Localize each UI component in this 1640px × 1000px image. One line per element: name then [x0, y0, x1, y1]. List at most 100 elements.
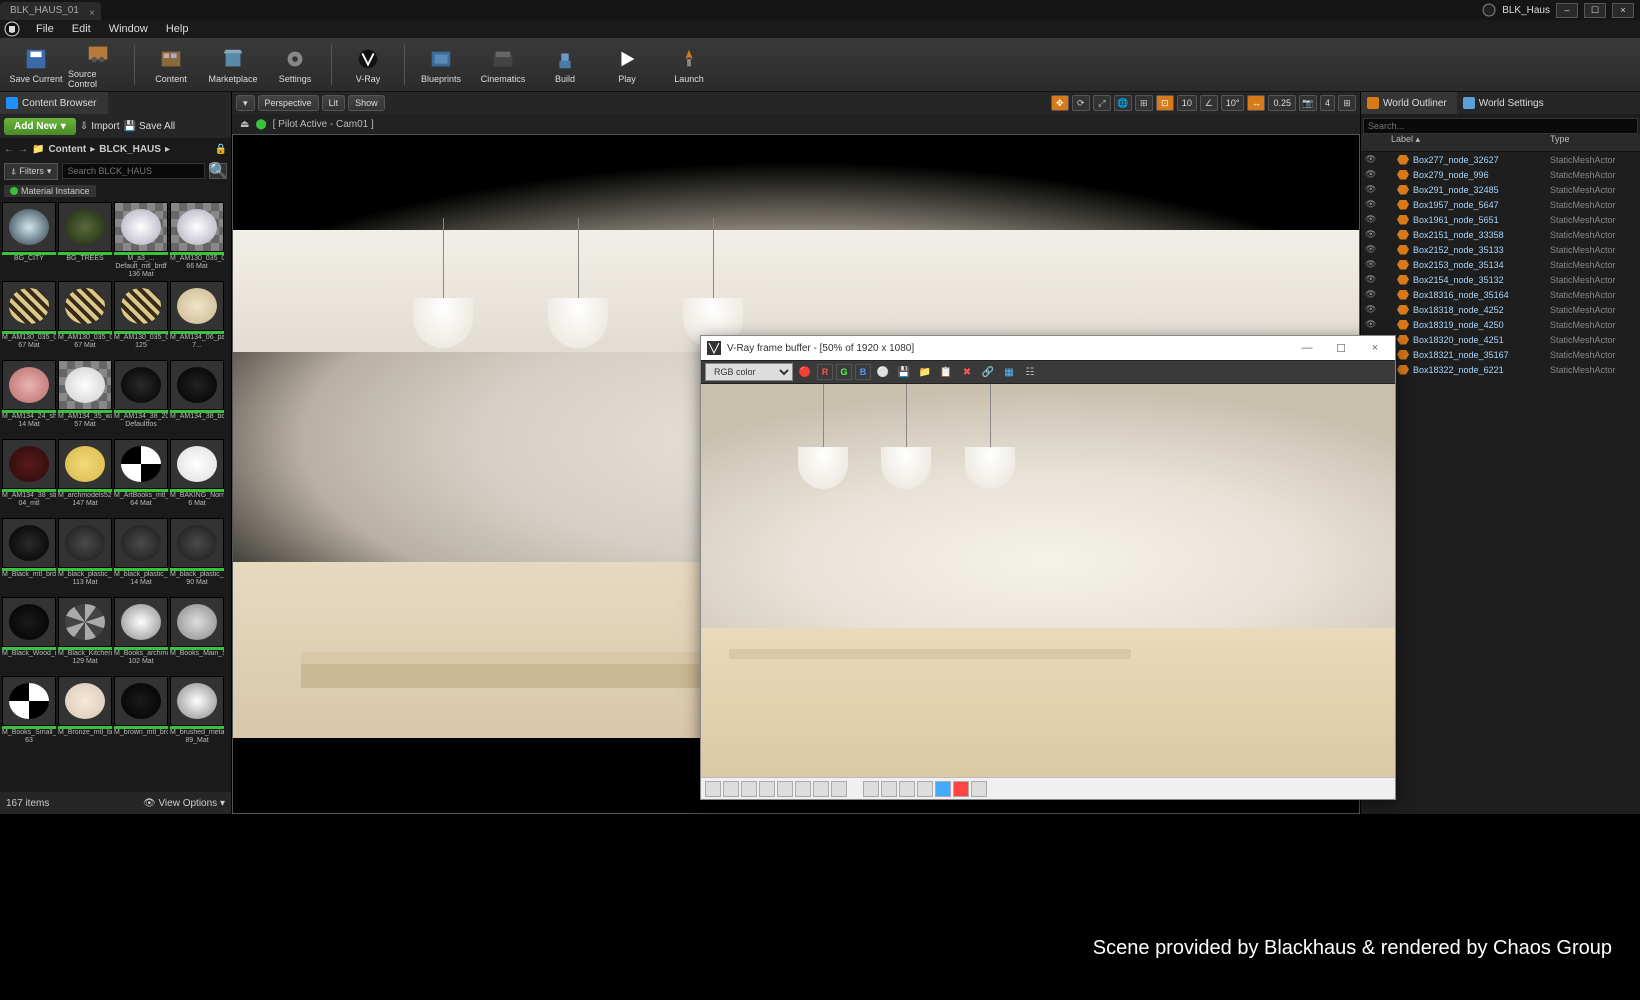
- outliner-search-input[interactable]: [1363, 118, 1638, 134]
- lock-icon[interactable]: 🔒: [215, 144, 227, 155]
- asset-thumbnail[interactable]: M_AM130_035_005_mtl_brdf 67 Mat: [58, 281, 112, 358]
- vfb-tool-5-icon[interactable]: [777, 781, 793, 797]
- asset-thumbnail[interactable]: M_black_plastic_mtl_brdf 113 Mat: [58, 518, 112, 595]
- asset-thumbnail[interactable]: M_Books_Main_Shelf_Test_mtl_brdf: [170, 597, 224, 674]
- perspective-button[interactable]: Perspective: [258, 95, 319, 111]
- angle-snap-value[interactable]: 10°: [1221, 95, 1245, 111]
- asset-thumbnail[interactable]: M_AM134_38_bottle_glass_white_mtl...: [170, 360, 224, 437]
- lit-button[interactable]: Lit: [322, 95, 346, 111]
- asset-thumbnail[interactable]: BG_CITY: [2, 202, 56, 279]
- asset-thumbnail[interactable]: BG_TREES: [58, 202, 112, 279]
- outliner-row[interactable]: 👁Box2151_node_33358StaticMeshActor: [1361, 227, 1640, 242]
- vfb-clear-icon[interactable]: ✖: [958, 363, 976, 381]
- toolbar-content-button[interactable]: Content: [141, 40, 201, 90]
- visibility-icon[interactable]: 👁: [1365, 259, 1379, 270]
- outliner-row[interactable]: 👁Box18316_node_35164StaticMeshActor: [1361, 287, 1640, 302]
- asset-thumbnail[interactable]: M_brown_mtl_brdf_40_Mat: [114, 676, 168, 753]
- vfb-minimize-button[interactable]: —: [1293, 342, 1321, 354]
- vfb-g-channel[interactable]: G: [836, 364, 852, 380]
- maximize-viewport-icon[interactable]: ⊞: [1338, 95, 1356, 111]
- outliner-row[interactable]: 👁Box291_node_32485StaticMeshActor: [1361, 182, 1640, 197]
- outliner-row[interactable]: 👁Box18320_node_4251StaticMeshActor: [1361, 332, 1640, 347]
- vfb-r-channel[interactable]: R: [817, 364, 833, 380]
- view-options-button[interactable]: 👁 View Options ▾: [143, 798, 225, 809]
- viewport-menu-button[interactable]: ▾: [236, 95, 255, 111]
- vfb-tool-10-icon[interactable]: [881, 781, 897, 797]
- asset-thumbnail[interactable]: M_Black_Wood_mtl_brdf_14_Mat: [2, 597, 56, 674]
- visibility-icon[interactable]: 👁: [1365, 304, 1379, 315]
- outliner-col-label[interactable]: Label ▴: [1361, 134, 1550, 151]
- rotate-mode-icon[interactable]: ⟳: [1072, 95, 1090, 111]
- vfb-tool-11-icon[interactable]: [899, 781, 915, 797]
- filters-button[interactable]: ⍋ Filters ▾: [4, 163, 58, 180]
- asset-thumbnail[interactable]: M_BAKING_Normals_mtl_brdf 6 Mat: [170, 439, 224, 516]
- world-local-icon[interactable]: 🌐: [1114, 95, 1132, 111]
- vfb-tool-4-icon[interactable]: [759, 781, 775, 797]
- vfb-history-icon[interactable]: ☷: [1021, 363, 1039, 381]
- vfb-tool-15-icon[interactable]: [971, 781, 987, 797]
- vfb-tool-2-icon[interactable]: [723, 781, 739, 797]
- asset-thumbnail[interactable]: M_black_plastic_mtl_brdf 90 Mat: [170, 518, 224, 595]
- asset-thumbnail[interactable]: M_AM134_38_sticker_mtl_005 04_mtl: [2, 439, 56, 516]
- vfb-tool-1-icon[interactable]: [705, 781, 721, 797]
- import-button[interactable]: ⇩ Import: [80, 121, 120, 132]
- outliner-col-type[interactable]: Type: [1550, 134, 1640, 151]
- scale-snap-value[interactable]: 0.25: [1268, 95, 1296, 111]
- camera-speed-value[interactable]: 4: [1320, 95, 1335, 111]
- toolbar-build-button[interactable]: Build: [535, 40, 595, 90]
- scale-snap-icon[interactable]: ↔: [1247, 95, 1265, 111]
- minimize-button[interactable]: –: [1556, 3, 1578, 18]
- outliner-row[interactable]: 👁Box18322_node_6221StaticMeshActor: [1361, 362, 1640, 377]
- menu-file[interactable]: File: [28, 23, 62, 35]
- toolbar-save-current-button[interactable]: Save Current: [6, 40, 66, 90]
- grid-snap-icon[interactable]: ⊡: [1156, 95, 1174, 111]
- toolbar-launch-button[interactable]: Launch: [659, 40, 719, 90]
- world-outliner-tab[interactable]: World Outliner: [1361, 92, 1457, 114]
- world-settings-tab[interactable]: World Settings: [1457, 92, 1554, 114]
- toolbar-cinematics-button[interactable]: Cinematics: [473, 40, 533, 90]
- visibility-icon[interactable]: 👁: [1365, 184, 1379, 195]
- outliner-row[interactable]: 👁Box18319_node_4250StaticMeshActor: [1361, 317, 1640, 332]
- vfb-titlebar[interactable]: V-Ray frame buffer - [50% of 1920 x 1080…: [701, 336, 1395, 360]
- asset-thumbnail[interactable]: M_AM134_38_20_... Defaultfos: [114, 360, 168, 437]
- vfb-tool-8-icon[interactable]: [831, 781, 847, 797]
- asset-thumbnail[interactable]: M_AM134_35_water_mtl_brdf 57 Mat: [58, 360, 112, 437]
- asset-thumbnail[interactable]: M_Bronze_mtl_brdf_40_Mat: [58, 676, 112, 753]
- crumb-content[interactable]: Content: [48, 144, 86, 155]
- asset-thumbnail[interactable]: M_black_plastic_mtl_brdf 14 Mat: [114, 518, 168, 595]
- toolbar-marketplace-button[interactable]: Marketplace: [203, 40, 263, 90]
- outliner-row[interactable]: 👁Box2154_node_35132StaticMeshActor: [1361, 272, 1640, 287]
- vfb-b-channel[interactable]: B: [855, 364, 871, 380]
- outliner-row[interactable]: 👁Box2153_node_35134StaticMeshActor: [1361, 257, 1640, 272]
- toolbar-source-control-button[interactable]: Source Control: [68, 40, 128, 90]
- save-all-button[interactable]: 💾 Save All: [124, 121, 176, 132]
- vfb-save-icon[interactable]: 💾: [895, 363, 913, 381]
- visibility-icon[interactable]: 👁: [1365, 229, 1379, 240]
- outliner-row[interactable]: 👁Box277_node_32627StaticMeshActor: [1361, 152, 1640, 167]
- vfb-rgb-icon[interactable]: 🔴: [796, 363, 814, 381]
- content-browser-tab[interactable]: Content Browser: [0, 92, 108, 114]
- vfb-load-icon[interactable]: 📁: [916, 363, 934, 381]
- asset-thumbnail[interactable]: M_a3_... Default_mtl_brdf 136 Mat: [114, 202, 168, 279]
- outliner-row[interactable]: 👁Box2152_node_35133StaticMeshActor: [1361, 242, 1640, 257]
- vfb-mono-icon[interactable]: ⚪: [874, 363, 892, 381]
- nav-fwd-icon[interactable]: →: [18, 144, 28, 155]
- toolbar-settings-button[interactable]: Settings: [265, 40, 325, 90]
- asset-thumbnail[interactable]: M_ArtBooks_mtl_mtl_brdf 64 Mat: [114, 439, 168, 516]
- asset-thumbnail[interactable]: M_AM130_035_007_mtl_brdf 125: [114, 281, 168, 358]
- add-new-button[interactable]: Add New ▾: [4, 118, 76, 135]
- outliner-row[interactable]: 👁Box18321_node_35167StaticMeshActor: [1361, 347, 1640, 362]
- asset-thumbnail[interactable]: M_AM130_035_001_mtl_brdf 66 Mat: [170, 202, 224, 279]
- camera-speed-icon[interactable]: 📷: [1299, 95, 1317, 111]
- vfb-maximize-button[interactable]: ☐: [1327, 342, 1355, 355]
- scale-mode-icon[interactable]: ⤢: [1093, 95, 1111, 111]
- vfb-tool-12-icon[interactable]: [917, 781, 933, 797]
- folder-tree-icon[interactable]: 📁: [32, 144, 44, 155]
- translate-mode-icon[interactable]: ✥: [1051, 95, 1069, 111]
- visibility-icon[interactable]: 👁: [1365, 319, 1379, 330]
- surface-snap-icon[interactable]: ⊞: [1135, 95, 1153, 111]
- asset-thumbnail[interactable]: M_archmodels52_brdf 147 Mat: [58, 439, 112, 516]
- outliner-row[interactable]: 👁Box1961_node_5651StaticMeshActor: [1361, 212, 1640, 227]
- grid-snap-value[interactable]: 10: [1177, 95, 1197, 111]
- visibility-icon[interactable]: 👁: [1365, 214, 1379, 225]
